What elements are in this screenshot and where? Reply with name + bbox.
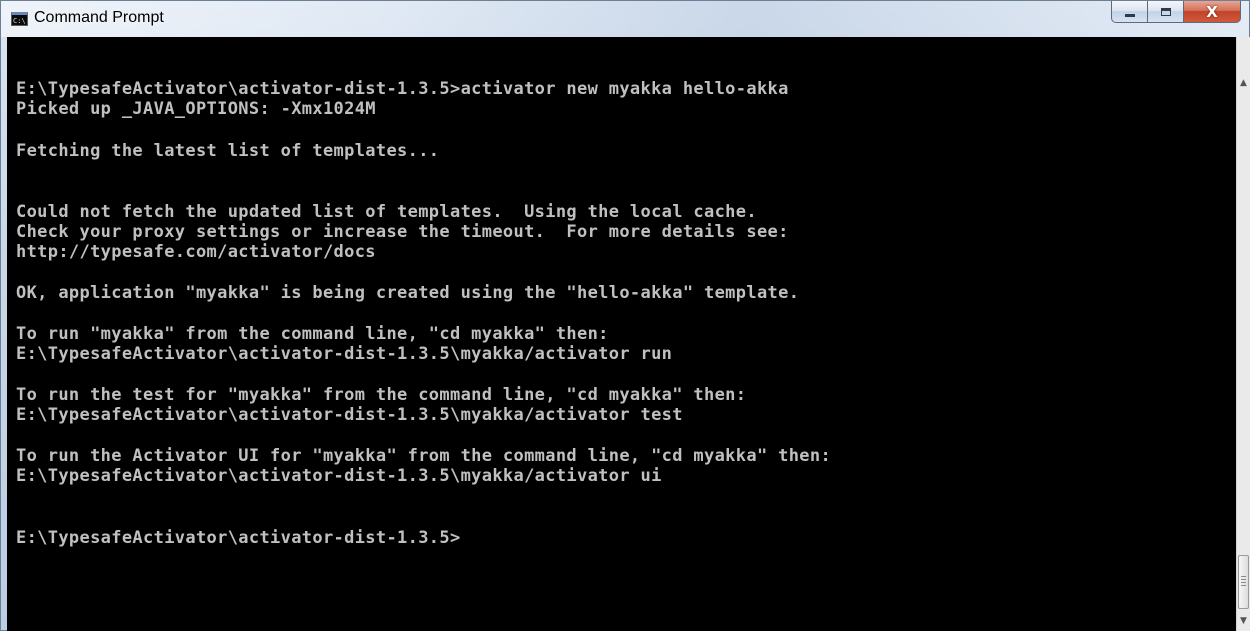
scrollbar-thumb[interactable] <box>1238 555 1249 609</box>
close-button[interactable]: X <box>1183 1 1241 23</box>
minimize-button[interactable] <box>1111 1 1147 23</box>
grip-icon <box>1241 576 1246 588</box>
console-line: OK, application "myakka" is being create… <box>16 283 800 303</box>
console-line: Check your proxy settings or increase th… <box>16 222 789 242</box>
console-prompt-line: E:\TypesafeActivator\activator-dist-1.3.… <box>16 528 461 548</box>
console-line: E:\TypesafeActivator\activator-dist-1.3.… <box>16 79 789 99</box>
title-bar-glass <box>1 1 1249 37</box>
console-line: Picked up _JAVA_OPTIONS: -Xmx1024M <box>16 99 376 119</box>
console-line: To run the Activator UI for "myakka" fro… <box>16 446 832 466</box>
scroll-down-icon[interactable]: ▼ <box>1237 613 1250 629</box>
minimize-icon <box>1124 14 1135 17</box>
console-line: Fetching the latest list of templates... <box>16 141 440 161</box>
console-line: To run the test for "myakka" from the co… <box>16 385 747 405</box>
console-line: E:\TypesafeActivator\activator-dist-1.3.… <box>16 466 662 486</box>
maximize-button[interactable] <box>1147 1 1183 23</box>
console-line: E:\TypesafeActivator\activator-dist-1.3.… <box>16 405 683 425</box>
title-bar[interactable]: C:\ Command Prompt X <box>1 1 1249 37</box>
console-app-icon[interactable]: C:\ <box>11 12 28 26</box>
window-title: Command Prompt <box>34 9 164 26</box>
window-controls: X <box>1111 1 1241 23</box>
scroll-up-icon[interactable]: ▲ <box>1237 75 1250 91</box>
close-icon: X <box>1206 2 1218 21</box>
console-output[interactable]: E:\TypesafeActivator\activator-dist-1.3.… <box>7 37 1236 631</box>
vertical-scrollbar[interactable]: ▲ ▼ <box>1236 37 1250 631</box>
console-line: To run "myakka" from the command line, "… <box>16 324 609 344</box>
command-prompt-window: C:\ Command Prompt X E:\TypesafeActivato… <box>0 0 1250 631</box>
console-line: Could not fetch the updated list of temp… <box>16 202 757 222</box>
console-line: E:\TypesafeActivator\activator-dist-1.3.… <box>16 344 673 364</box>
console-line: http://typesafe.com/activator/docs <box>16 242 376 262</box>
maximize-icon <box>1160 7 1171 16</box>
